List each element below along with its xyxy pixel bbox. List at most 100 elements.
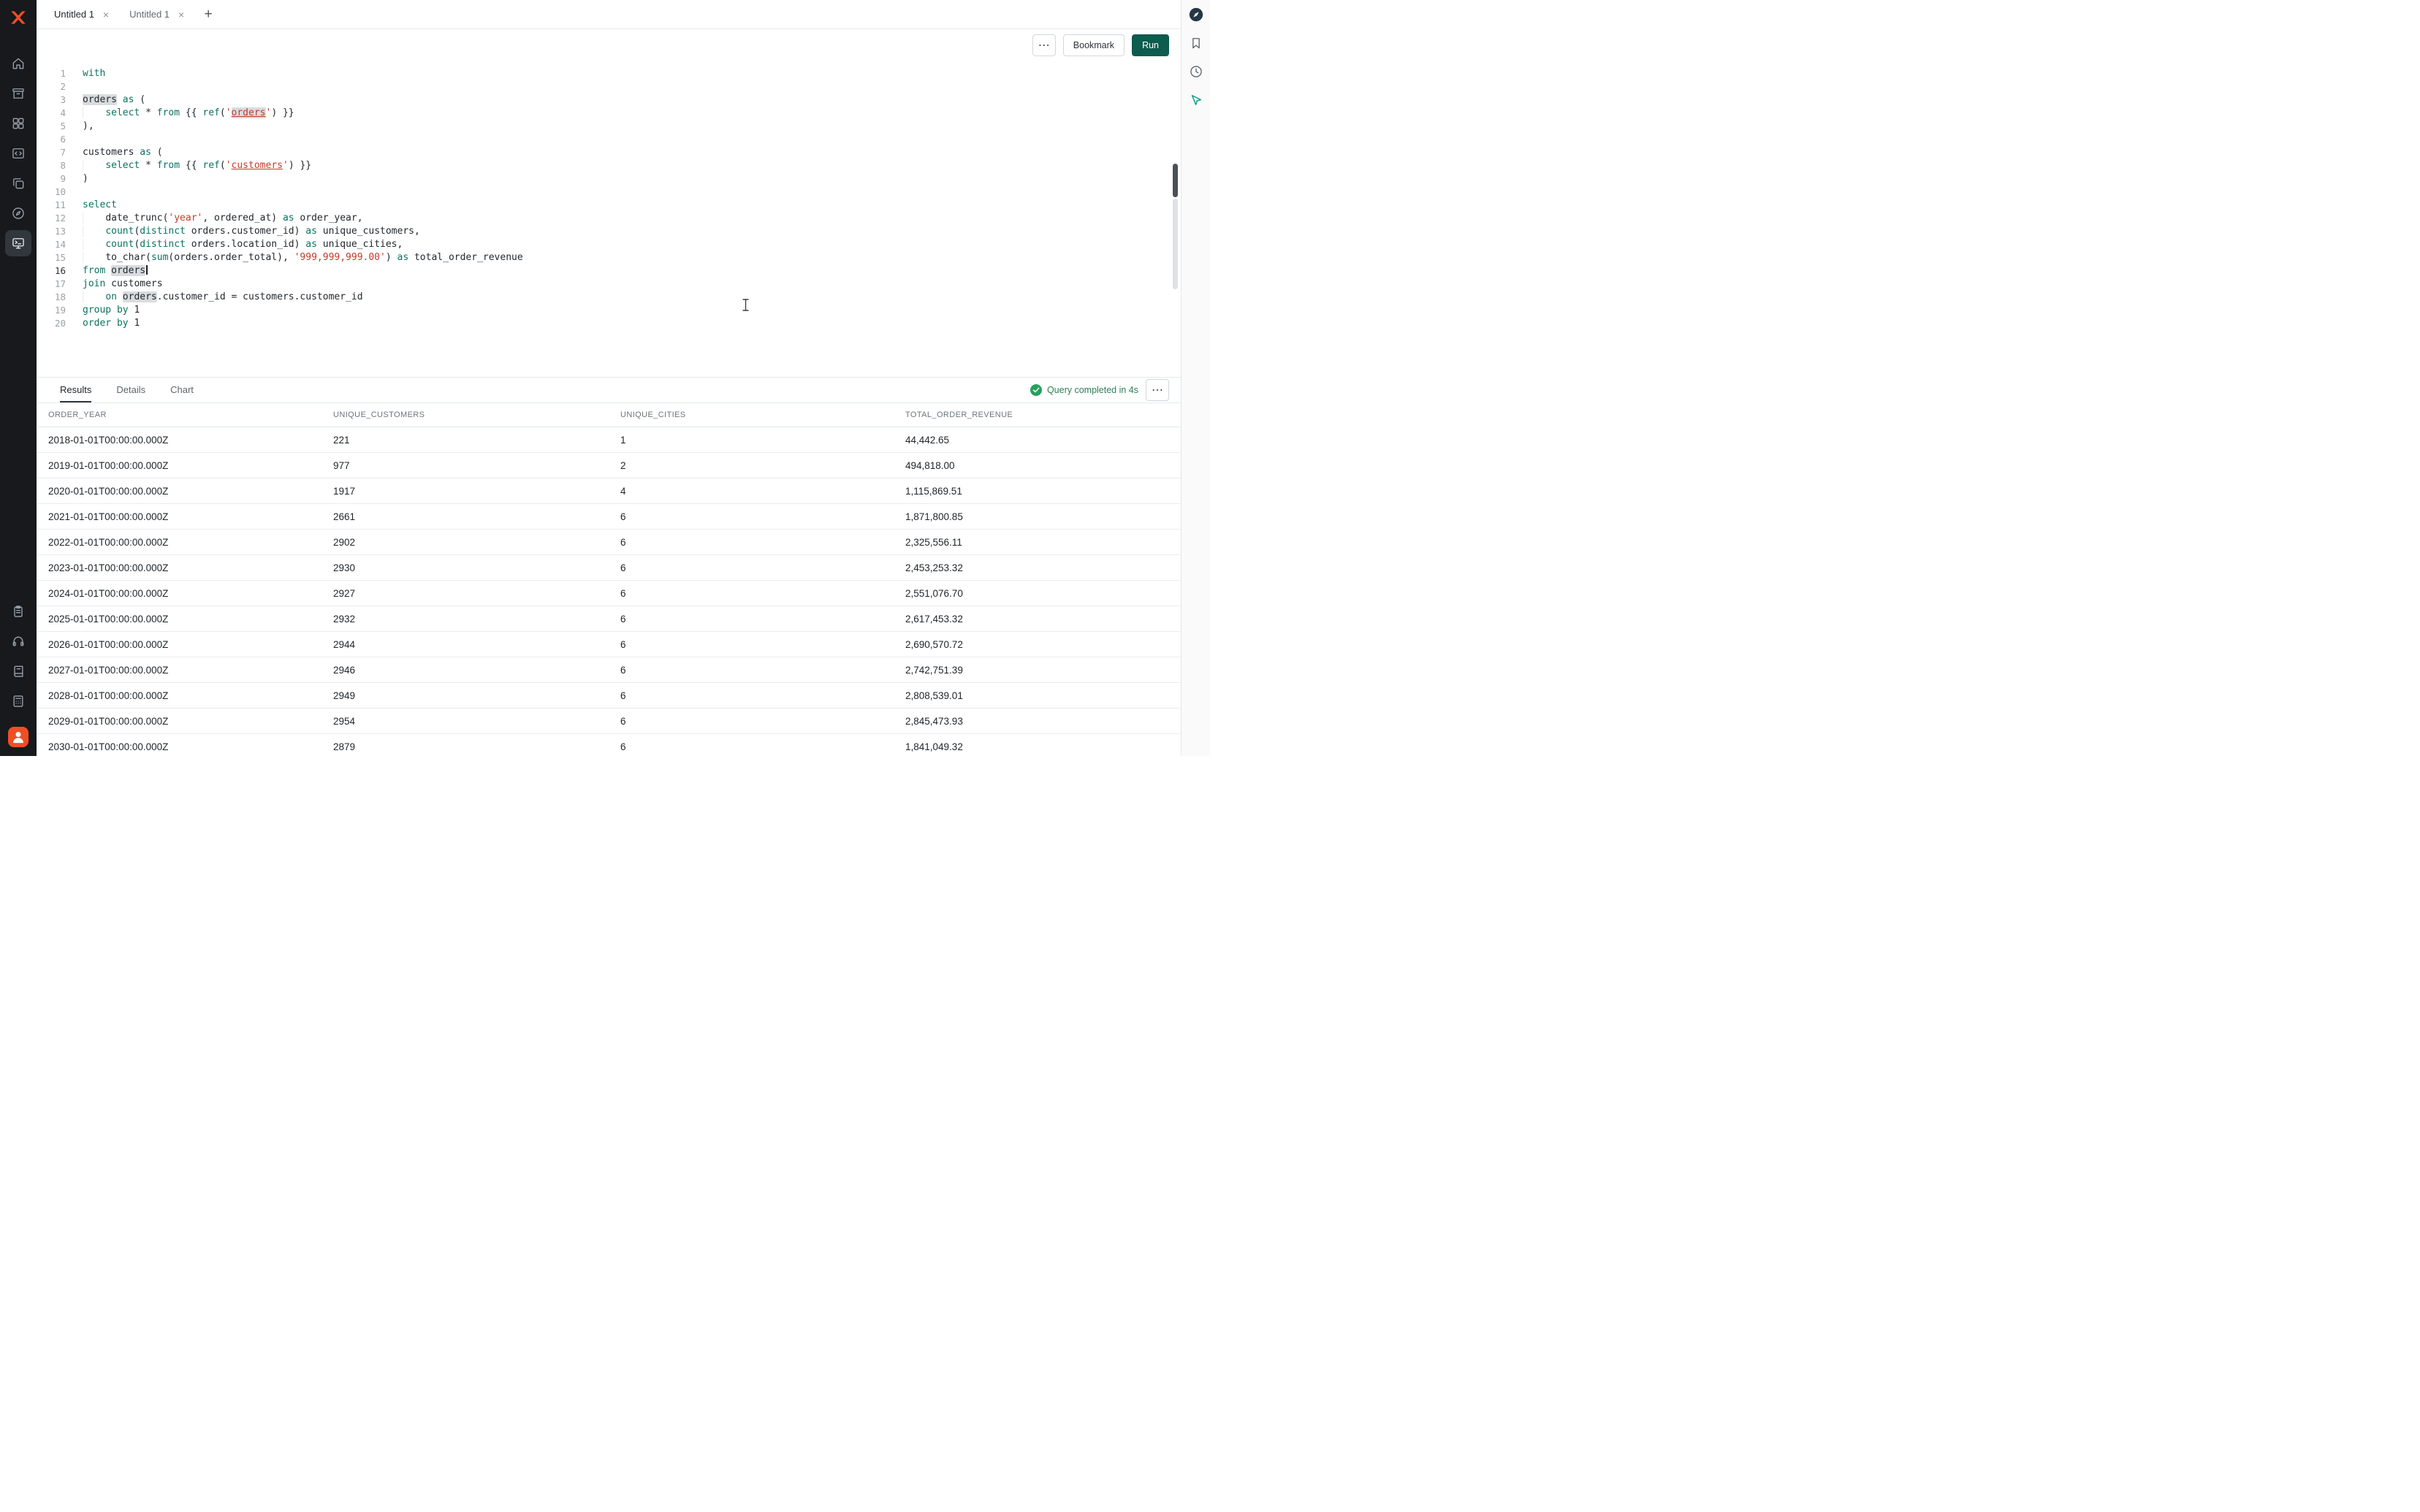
table-cell: 6 [609,537,894,548]
code-line-1[interactable]: 1with [37,67,1181,80]
assistant-button[interactable] [1186,90,1206,110]
table-cell: 2024-01-01T00:00:00.000Z [37,588,321,599]
code-line-2[interactable]: 2 [37,80,1181,93]
column-header-total_order_revenue[interactable]: TOTAL_ORDER_REVENUE [894,411,1181,419]
sidebar-windows-button[interactable] [5,170,31,196]
table-cell: 2946 [321,665,609,676]
code-line-10[interactable]: 10 [37,186,1181,199]
text-cursor-pointer [741,298,750,315]
editor-scrollbar-thumb[interactable] [1173,164,1178,197]
document-tab-2[interactable]: Untitled 1 × [119,0,194,28]
table-body: 2018-01-01T00:00:00.000Z221144,442.65201… [37,427,1181,756]
table-cell: 2,742,751.39 [894,665,1181,676]
table-row-5[interactable]: 2022-01-01T00:00:00.000Z290262,325,556.1… [37,530,1181,555]
code-line-6[interactable]: 6 [37,133,1181,146]
explore-button[interactable] [1186,4,1206,25]
sidebar-clipboard-button[interactable] [5,598,31,625]
code-line-7[interactable]: 7customers as ( [37,146,1181,159]
brand-logo[interactable] [7,7,30,31]
results-tab-chart[interactable]: Chart [170,378,194,402]
bookmark-button[interactable] [1186,33,1206,53]
tab-close-icon[interactable]: × [103,9,109,20]
table-row-11[interactable]: 2028-01-01T00:00:00.000Z294962,808,539.0… [37,683,1181,709]
more-options-button[interactable]: ⋯ [1032,34,1056,56]
bookmark-icon [1189,36,1203,50]
code-line-13[interactable]: 13 count(distinct orders.customer_id) as… [37,225,1181,238]
column-header-order_year[interactable]: ORDER_YEAR [37,411,321,419]
line-content: join customers [66,278,163,291]
code-line-17[interactable]: 17join customers [37,278,1181,291]
line-number: 20 [37,317,66,330]
line-content: order by 1 [66,317,140,330]
document-tab-1[interactable]: Untitled 1× [44,0,119,28]
code-line-14[interactable]: 14 count(distinct orders.location_id) as… [37,238,1181,251]
table-row-2[interactable]: 2019-01-01T00:00:00.000Z9772494,818.00 [37,453,1181,478]
table-row-9[interactable]: 2026-01-01T00:00:00.000Z294462,690,570.7… [37,632,1181,657]
table-row-8[interactable]: 2025-01-01T00:00:00.000Z293262,617,453.3… [37,606,1181,632]
code-line-8[interactable]: 8 select * from {{ ref('customers') }} [37,159,1181,172]
table-cell: 6 [609,639,894,650]
bookmark-button[interactable]: Bookmark [1063,34,1125,56]
table-row-12[interactable]: 2029-01-01T00:00:00.000Z295462,845,473.9… [37,709,1181,734]
calculator-icon [11,694,26,709]
table-cell: 6 [609,716,894,727]
sidebar-home-button[interactable] [5,50,31,77]
code-line-15[interactable]: 15 to_char(sum(orders.order_total), '999… [37,251,1181,264]
code-line-18[interactable]: 18 on orders.customer_id = customers.cus… [37,291,1181,304]
table-cell: 2,808,539.01 [894,690,1181,701]
sidebar-journal-button[interactable] [5,658,31,684]
user-avatar[interactable] [8,727,28,747]
sidebar-archive-button[interactable] [5,80,31,107]
tab-close-icon[interactable]: × [178,9,184,20]
home-icon [11,56,26,71]
line-number: 3 [37,93,66,107]
new-tab-button[interactable]: + [194,0,222,28]
code-line-9[interactable]: 9) [37,172,1181,186]
code-line-5[interactable]: 5), [37,120,1181,133]
terminal-icon [11,236,26,251]
code-line-3[interactable]: 3orders as ( [37,93,1181,107]
line-number: 6 [37,133,66,146]
table-row-10[interactable]: 2027-01-01T00:00:00.000Z294662,742,751.3… [37,657,1181,683]
code-line-19[interactable]: 19group by 1 [37,304,1181,317]
table-row-3[interactable]: 2020-01-01T00:00:00.000Z191741,115,869.5… [37,478,1181,504]
code-line-16[interactable]: 16from orders [37,264,1181,278]
editor-scrollbar-track[interactable] [1173,199,1178,289]
line-content: customers as ( [66,146,163,159]
table-cell: 6 [609,562,894,573]
table-row-4[interactable]: 2021-01-01T00:00:00.000Z266161,871,800.8… [37,504,1181,530]
column-header-unique_cities[interactable]: UNIQUE_CITIES [609,411,894,419]
sidebar-code-button[interactable] [5,140,31,167]
results-tab-details[interactable]: Details [116,378,145,402]
table-row-7[interactable]: 2024-01-01T00:00:00.000Z292762,551,076.7… [37,581,1181,606]
line-number: 11 [37,199,66,212]
results-more-button[interactable]: ⋯ [1146,379,1169,401]
history-button[interactable] [1186,61,1206,82]
sidebar-calculator-button[interactable] [5,688,31,714]
table-row-6[interactable]: 2023-01-01T00:00:00.000Z293062,453,253.3… [37,555,1181,581]
column-header-unique_customers[interactable]: UNIQUE_CUSTOMERS [321,411,609,419]
table-cell: 2,845,473.93 [894,716,1181,727]
table-cell: 2029-01-01T00:00:00.000Z [37,716,321,727]
table-row-13[interactable]: 2030-01-01T00:00:00.000Z287961,841,049.3… [37,734,1181,756]
line-number: 18 [37,291,66,304]
sidebar-terminal-button[interactable] [5,230,31,256]
sidebar-compass-button[interactable] [5,200,31,226]
table-cell: 2028-01-01T00:00:00.000Z [37,690,321,701]
code-line-4[interactable]: 4 select * from {{ ref('orders') }} [37,107,1181,120]
results-tab-results[interactable]: Results [60,378,91,402]
table-row-1[interactable]: 2018-01-01T00:00:00.000Z221144,442.65 [37,427,1181,453]
sidebar-grid-button[interactable] [5,110,31,137]
tab-label: Untitled 1 [129,9,170,20]
windows-icon [11,176,26,191]
line-number: 2 [37,80,66,93]
sidebar-headphones-button[interactable] [5,628,31,654]
sql-editor[interactable]: 1with23orders as (4 select * from {{ ref… [37,61,1181,378]
code-line-20[interactable]: 20order by 1 [37,317,1181,330]
code-line-12[interactable]: 12 date_trunc('year', ordered_at) as ord… [37,212,1181,225]
table-cell: 2879 [321,741,609,752]
run-button[interactable]: Run [1132,34,1169,56]
line-content: select * from {{ ref('orders') }} [66,107,294,120]
line-content [66,80,83,93]
code-line-11[interactable]: 11select [37,199,1181,212]
